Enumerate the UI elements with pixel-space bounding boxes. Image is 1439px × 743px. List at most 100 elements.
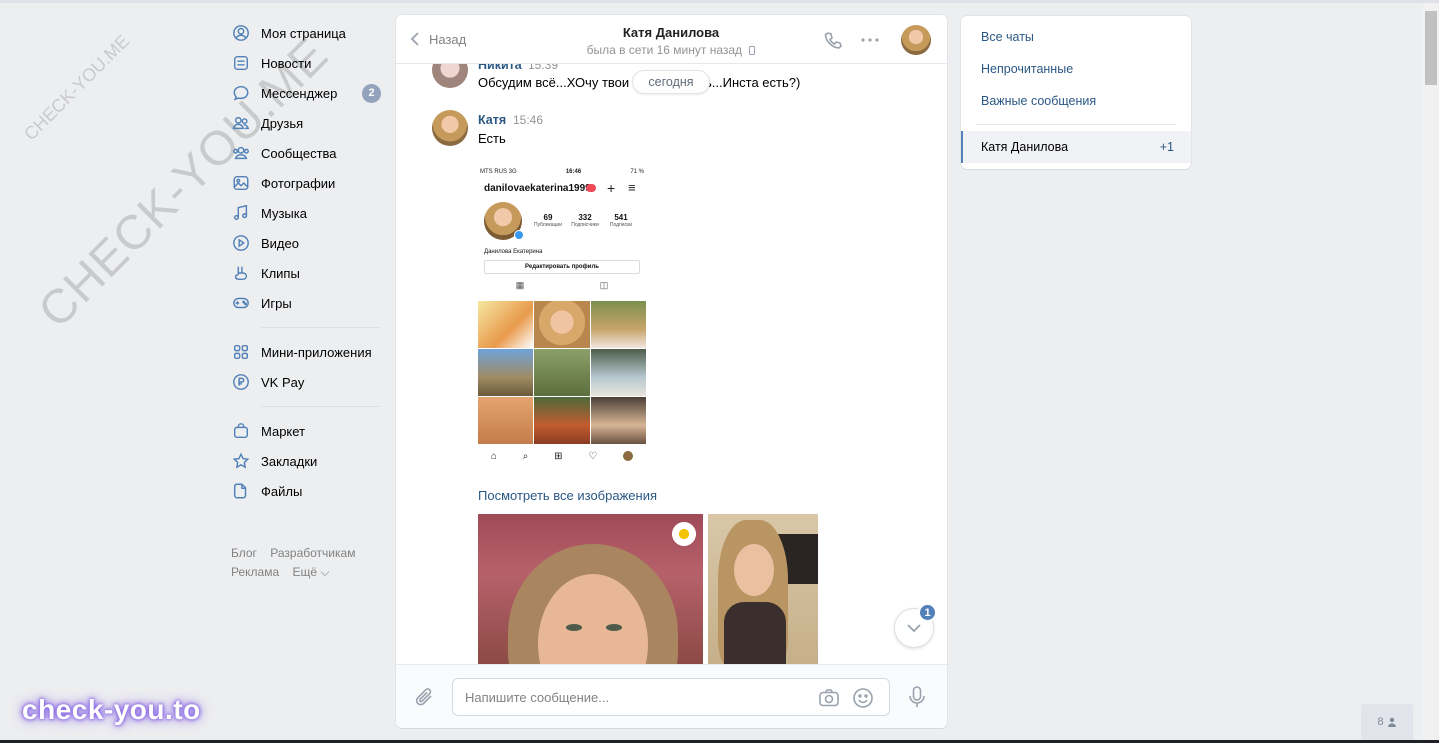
ig-notification-dot xyxy=(586,184,596,192)
nav-label: VK Pay xyxy=(261,374,305,390)
nav-label: Видео xyxy=(261,235,299,251)
more-icon[interactable] xyxy=(859,29,881,51)
nav-footer: Блог Разработчикам Реклама Ещё ⌵ xyxy=(231,544,381,582)
nav-mini-apps[interactable]: Мини-приложения xyxy=(231,337,381,367)
nav-market[interactable]: Маркет xyxy=(231,416,381,446)
back-button[interactable]: Назад xyxy=(410,31,466,47)
attach-icon[interactable] xyxy=(414,685,438,709)
date-separator: сегодня xyxy=(632,70,710,94)
friends-online-widget[interactable]: 8 xyxy=(1361,704,1413,740)
ig-edit-profile-button: Редактировать профиль xyxy=(484,260,640,274)
nav-label: Клипы xyxy=(261,265,300,281)
camera-icon[interactable] xyxy=(818,687,840,709)
message-history[interactable]: Никита 15:39 Обсудим всё...ХОчу твои ь..… xyxy=(396,64,947,664)
filter-unread[interactable]: Непрочитанные xyxy=(981,62,1073,76)
nav-music[interactable]: Музыка xyxy=(231,198,381,228)
message-input[interactable] xyxy=(465,688,805,706)
ig-username: danilovaekaterina1999 xyxy=(484,183,591,194)
tagged-icon: ◫ xyxy=(599,280,609,290)
nav-label: Файлы xyxy=(261,483,303,499)
phone-battery: 71 % xyxy=(630,169,644,175)
message-time: 15:46 xyxy=(513,113,544,127)
view-all-images-link[interactable]: Посмотреть все изображения xyxy=(478,488,657,503)
nav-communities[interactable]: Сообщества xyxy=(231,138,381,168)
home-icon: ⌂ xyxy=(490,450,497,462)
peer-avatar[interactable] xyxy=(901,25,931,55)
footer-dev-link[interactable]: Разработчикам xyxy=(270,546,355,560)
avatar[interactable] xyxy=(432,64,468,88)
nav-video[interactable]: Видео xyxy=(231,228,381,258)
scrollbar-thumb[interactable] xyxy=(1425,11,1437,85)
nav-label: Закладки xyxy=(261,453,318,469)
nav-vk-pay[interactable]: VK Pay xyxy=(231,367,381,397)
nav-news[interactable]: Новости xyxy=(231,48,381,78)
emoji-icon[interactable] xyxy=(852,687,874,709)
nav-label: Мессенджер xyxy=(261,85,338,101)
nav-label: Сообщества xyxy=(261,145,337,161)
friends-icon xyxy=(231,113,251,133)
chat-panel: Назад Катя Данилова была в сети 16 минут… xyxy=(396,15,947,728)
message-author[interactable]: Никита xyxy=(478,64,522,72)
nav-bookmarks[interactable]: Закладки xyxy=(231,446,381,476)
user-circle-icon xyxy=(231,23,251,43)
footer-more-link[interactable]: Ещё ⌵ xyxy=(292,565,329,579)
peer-status-text: была в сети 16 минут назад xyxy=(586,43,743,57)
active-chat-item[interactable]: Катя Данилова +1 xyxy=(961,131,1191,163)
nav-messenger[interactable]: Мессенджер 2 xyxy=(231,78,381,108)
nav-label: Игры xyxy=(261,295,292,311)
plus-icon: + xyxy=(607,180,616,196)
message-text: Есть xyxy=(478,131,506,146)
image-attachment-portrait[interactable] xyxy=(708,514,818,664)
nav-files[interactable]: Файлы xyxy=(231,476,381,506)
ig-thumb xyxy=(590,349,646,396)
active-chat-count: +1 xyxy=(1159,140,1174,154)
nav-clips[interactable]: Клипы xyxy=(231,258,381,288)
menu-icon: ≡ xyxy=(628,180,636,195)
ig-full-name: Данилова Екатерина xyxy=(484,249,543,255)
page-scrollbar[interactable] xyxy=(1423,3,1439,740)
message-input-box[interactable] xyxy=(452,678,890,716)
ig-photo-grid xyxy=(478,301,646,444)
photo-face xyxy=(734,544,774,596)
phone-clock: 16:46 xyxy=(565,169,582,175)
peer-status: была в сети 16 минут назад xyxy=(556,43,786,57)
footer-blog-link[interactable]: Блог xyxy=(231,546,257,560)
ig-stat: 69 Публикации xyxy=(533,213,563,228)
watermark-small: CHECK-YOU.ME xyxy=(20,30,134,145)
photo-flower xyxy=(670,520,698,548)
mobile-icon xyxy=(749,46,756,55)
communities-icon xyxy=(231,143,251,163)
call-icon[interactable] xyxy=(822,29,844,51)
messenger-unread-badge: 2 xyxy=(362,83,381,103)
image-attachment-selfie[interactable] xyxy=(478,514,703,664)
avatar[interactable] xyxy=(432,110,468,146)
phone-status-bar: MTS RUS 3G 16:46 71 % xyxy=(480,169,644,175)
filter-important[interactable]: Важные сообщения xyxy=(981,94,1096,108)
nav-my-page[interactable]: Моя страница xyxy=(231,18,381,48)
image-attachment-instagram-screenshot[interactable]: MTS RUS 3G 16:46 71 % danilovaekaterina1… xyxy=(478,167,646,469)
ig-stat: 541 Подписки xyxy=(609,213,633,228)
messenger-icon xyxy=(231,83,251,103)
peer-info[interactable]: Катя Данилова была в сети 16 минут назад xyxy=(556,25,786,57)
video-icon xyxy=(231,233,251,253)
nav-photos[interactable]: Фотографии xyxy=(231,168,381,198)
nav-label: Музыка xyxy=(261,205,307,221)
left-nav: Моя страница Новости Мессенджер 2 Друзья… xyxy=(231,18,381,582)
filter-all-chats[interactable]: Все чаты xyxy=(981,30,1034,44)
message-text: Обсудим всё...ХОчу твои xyxy=(478,75,630,90)
mini-apps-icon xyxy=(231,342,251,362)
microphone-icon[interactable] xyxy=(906,685,928,709)
ig-thumb xyxy=(534,349,590,396)
nav-label: Маркет xyxy=(261,423,306,439)
ig-add-story-icon xyxy=(514,230,524,240)
nav-games[interactable]: Игры xyxy=(231,288,381,318)
peer-name: Катя Данилова xyxy=(622,25,720,40)
ig-thumb xyxy=(534,301,590,348)
nav-friends[interactable]: Друзья xyxy=(231,108,381,138)
footer-ads-link[interactable]: Реклама xyxy=(231,565,279,579)
bookmarks-icon xyxy=(231,451,251,471)
nav-label: Фотографии xyxy=(261,175,336,191)
nav-divider xyxy=(261,327,381,328)
top-border xyxy=(0,0,1439,3)
message-author[interactable]: Катя xyxy=(478,113,506,127)
